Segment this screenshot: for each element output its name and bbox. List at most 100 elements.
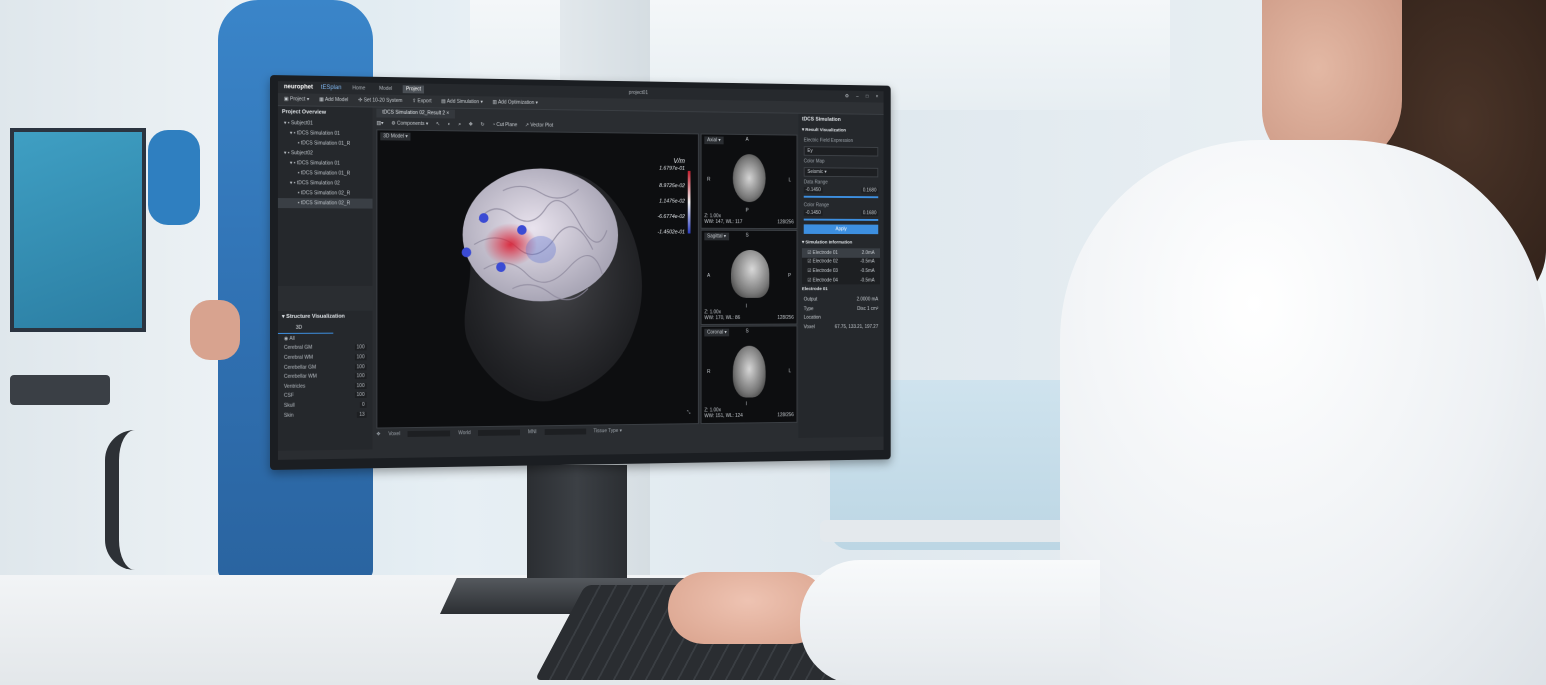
data-range-slider[interactable] (804, 196, 878, 198)
electrode-row[interactable]: ☑ Electrode 04 -0.5mA (802, 276, 880, 285)
sim-section-label: Simulation Information (805, 241, 852, 246)
electrode-row[interactable]: ☑ Electrode 01 2.0mA (802, 248, 880, 257)
tool-icon[interactable]: ✥ (376, 431, 380, 437)
project-overview-panel: Project Overview ▾ ▪ Subject01 ▾ ▪ tDCS … (278, 106, 373, 286)
vector-plot-toggle[interactable]: ↗ Vector Plot (525, 122, 553, 128)
add-optimization-button[interactable]: ▥ Add Optimization ▾ (492, 99, 538, 106)
electrode-marker[interactable] (517, 225, 527, 235)
opacity-input[interactable]: 100 (355, 354, 367, 360)
tree-item-label: tDCS Simulation 02 (297, 180, 340, 186)
structure-row[interactable]: Skin 13 (278, 410, 373, 421)
blue-bag (148, 130, 200, 225)
data-max-input[interactable]: 0.1680 (861, 188, 878, 194)
structure-label: Cerebral GM (284, 345, 312, 351)
tree-item[interactable]: ▪ tDCS Simulation 02_R (278, 188, 373, 199)
tree-item[interactable]: ▾ ▪ tDCS Simulation 02 (278, 178, 373, 189)
window-level: WW: 151, WL: 124 (704, 413, 742, 419)
color-range-label: Color Range (798, 200, 883, 210)
output-row: Output 2.0000 mA (798, 295, 883, 304)
monitor-stand (527, 465, 627, 590)
document-tab[interactable]: tDCS Simulation 02_Result 2 × (376, 109, 455, 119)
orientation-top: S (746, 329, 749, 335)
color-max-input[interactable]: 0.1680 (861, 210, 878, 216)
pan-icon[interactable]: ✥ (469, 121, 473, 127)
legend-value: -6.6774e-02 (658, 214, 685, 220)
document-tab-label: tDCS Simulation 02_Result 2 (382, 110, 445, 117)
tree-item-selected[interactable]: ▪ tDCS Simulation 02_R (278, 198, 373, 209)
color-min-input[interactable]: -0.1450 (804, 210, 823, 216)
electrode-name: Electrode 04 (813, 277, 838, 283)
electrode-marker[interactable] (496, 262, 506, 272)
nav-home[interactable]: Home (349, 84, 368, 92)
contrast-icon[interactable]: ◐ (448, 121, 451, 127)
tissue-type-select[interactable]: Tissue Type ▾ (593, 428, 622, 434)
vector-plot-label: Vector Plot (530, 122, 553, 128)
electrode-marker[interactable] (462, 247, 472, 257)
opacity-input[interactable]: 100 (355, 383, 367, 389)
electrode-row[interactable]: ☑ Electrode 03 -0.5mA (802, 266, 880, 275)
colormap-label: Color Map (798, 157, 883, 167)
electrode-detail-title: Electrode 01 (798, 285, 883, 296)
legend-value: 1.1475e-02 (659, 199, 685, 205)
sim-section-header[interactable]: ▾ Simulation Information (798, 238, 883, 249)
nav-project[interactable]: Project (403, 85, 424, 93)
add-model-label: Add Model (325, 97, 348, 103)
coronal-view[interactable]: Coronal ▾ S R L I Z: 1.00x WW: 151, WL: … (701, 325, 798, 424)
apply-button[interactable]: Apply (804, 224, 878, 234)
colormap-select[interactable]: Seismic ▾ (804, 167, 878, 177)
opacity-input[interactable]: 13 (357, 411, 366, 417)
window-level: WW: 170, WL: 86 (704, 315, 740, 321)
slice-index: 128/256 (777, 219, 793, 225)
electrode-name: Electrode 01 (813, 250, 838, 256)
opacity-input[interactable]: 100 (355, 392, 367, 398)
eye-icon[interactable]: ◉ All (284, 336, 295, 342)
slice-select[interactable]: Sagittal ▾ (704, 233, 728, 241)
color-range-slider[interactable] (804, 219, 878, 221)
add-model-button[interactable]: ▦ Add Model (319, 97, 348, 103)
cut-plane-toggle[interactable]: ◔ Cut Plane (492, 121, 517, 127)
zoom-icon[interactable]: ⌕ (458, 121, 461, 127)
slice-name: Sagittal (707, 234, 722, 240)
add-simulation-button[interactable]: ▤ Add Simulation ▾ (441, 99, 483, 106)
office-chair (105, 430, 239, 570)
tree-item-label: Subject02 (291, 150, 313, 156)
sagittal-view[interactable]: Sagittal ▾ S A P I Z: 1.00x WW: 170, WL:… (701, 230, 798, 325)
components-menu[interactable]: ⚙ Components ▾ (391, 120, 428, 126)
opacity-input[interactable]: 100 (355, 364, 367, 370)
minimize-icon[interactable]: – (856, 94, 858, 100)
layout-icon[interactable]: ▥▾ (376, 120, 383, 126)
opacity-input[interactable]: 100 (355, 345, 367, 351)
output-unit: mA (872, 297, 879, 303)
electrode-current: 2.0mA (862, 250, 875, 256)
electrode-row[interactable]: ☑ Electrode 02 -0.5mA (802, 257, 880, 266)
field-expression-input[interactable]: Ey (804, 146, 878, 156)
nav-model[interactable]: Model (376, 85, 395, 93)
electrode-marker[interactable] (479, 213, 489, 223)
structure-row-all[interactable]: ◉ All (278, 333, 373, 343)
rotate-icon[interactable]: ↻ (480, 121, 484, 127)
slice-index: 128/256 (777, 412, 793, 418)
export-button[interactable]: ⇪ Export (412, 98, 431, 104)
set-system-button[interactable]: ✣ Set 10-20 System (358, 97, 402, 104)
cursor-icon[interactable]: ↖ (436, 121, 440, 127)
opacity-input[interactable]: 0 (360, 402, 367, 408)
world-label: World (458, 430, 470, 436)
structure-label: Cerebral WM (284, 355, 313, 361)
project-menu[interactable]: ▣ Project ▾ (284, 96, 309, 102)
opacity-input[interactable]: 100 (355, 373, 367, 379)
computer-monitor: neurophet tESplan Home Model Project pro… (270, 75, 891, 470)
brand-logo: neurophet (284, 84, 313, 90)
tree-item-label: tDCS Simulation 01 (297, 130, 340, 137)
data-min-input[interactable]: -0.1450 (804, 187, 823, 193)
settings-icon[interactable]: ⚙ (845, 93, 849, 99)
tree-item-label: tDCS Simulation 01_R (301, 140, 350, 147)
slice-select[interactable]: Coronal ▾ (704, 329, 729, 337)
maximize-icon[interactable]: □ (866, 94, 869, 100)
structure-label: Ventricles (284, 383, 305, 389)
structure-tab-3d[interactable]: 3D (278, 323, 333, 334)
close-icon[interactable]: × (876, 94, 879, 100)
axial-view[interactable]: Axial ▾ A R L P Z: 1.00x WW: 147, WL: 11… (701, 133, 798, 229)
3d-model-view[interactable]: 3D Model ▾ V/m 1.6797e-01 8.9725e-02 1.1… (376, 129, 698, 428)
slice-select[interactable]: Axial ▾ (704, 136, 723, 144)
type-label: Type (804, 306, 814, 312)
